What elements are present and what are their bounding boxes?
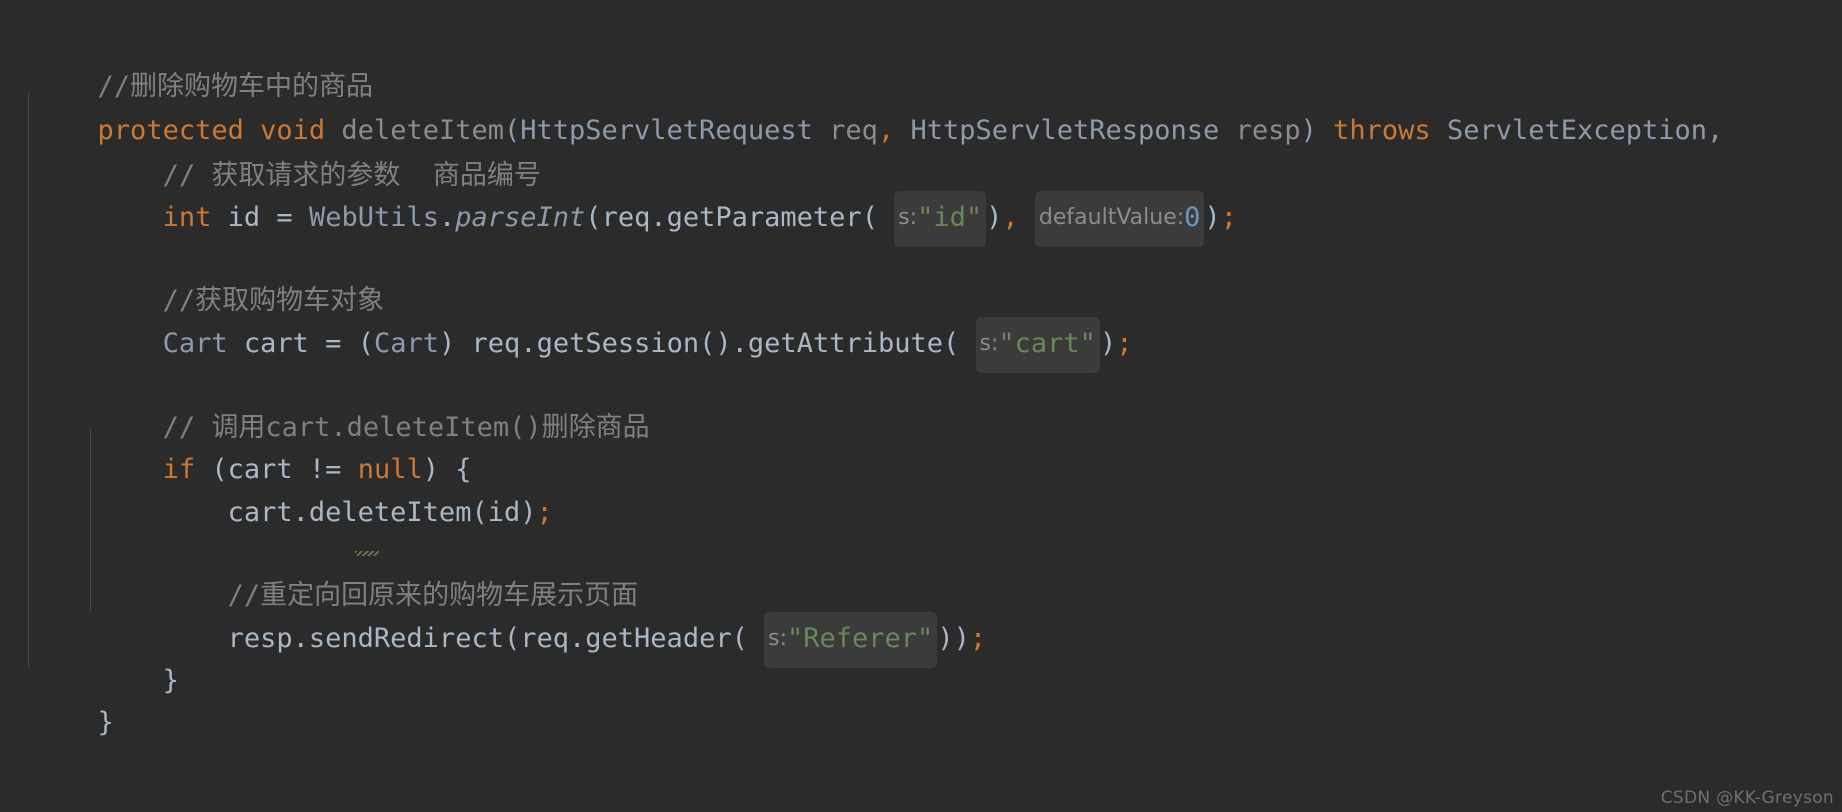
- brace-close-outer: }: [97, 707, 114, 738]
- code-line-13[interactable]: }: [0, 642, 1842, 738]
- code-line-6[interactable]: Cart cart = (Cart) req.getSession().getA…: [0, 263, 1842, 373]
- csdn-watermark: CSDN @KK-Greyson: [1660, 788, 1834, 808]
- spellcheck-squiggle: [355, 551, 379, 556]
- code-line-4[interactable]: int id = WebUtils.parseInt(req.getParame…: [0, 137, 1842, 247]
- code-editor[interactable]: //删除购物车中的商品 protected void deleteItem(Ht…: [0, 0, 1842, 812]
- code-line-9[interactable]: cart.deleteItem(id);: [0, 432, 1842, 528]
